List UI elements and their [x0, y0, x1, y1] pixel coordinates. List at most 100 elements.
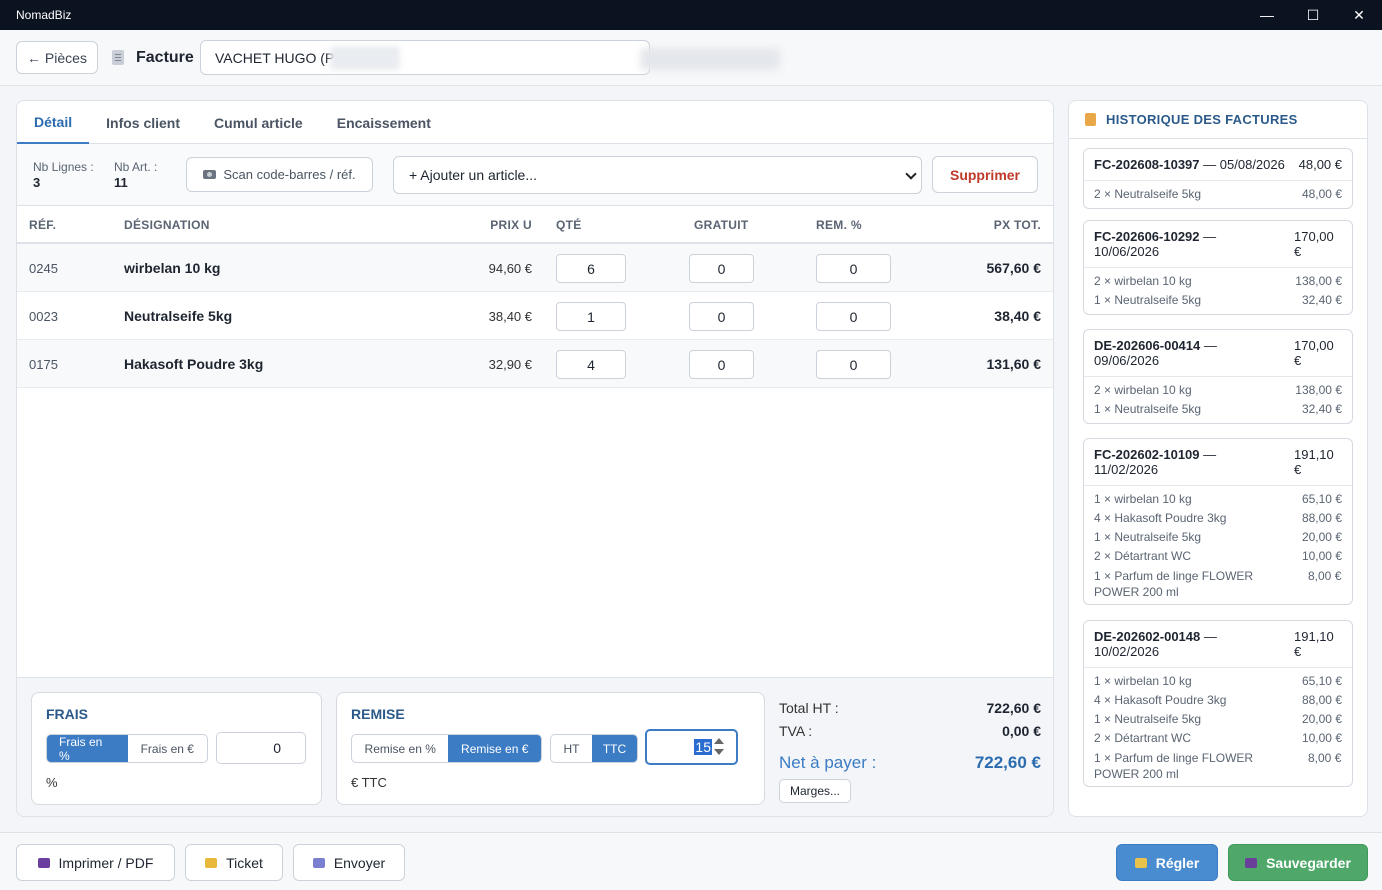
- fees-unit: %: [46, 775, 58, 790]
- client-selector[interactable]: VACHET HUGO (PE: [200, 40, 650, 75]
- add-article-select[interactable]: + Ajouter un article...: [393, 156, 922, 194]
- row-unit-price: 38,40 €: [488, 309, 532, 324]
- maximize-button[interactable]: ☐: [1290, 0, 1336, 30]
- fees-percent-option[interactable]: Frais en %: [47, 735, 128, 762]
- fees-euro-option[interactable]: Frais en €: [128, 735, 208, 762]
- history-invoice-card[interactable]: FC-202608-10397 — 05/08/2026 48,00 € 2 ×…: [1083, 148, 1353, 209]
- free-quantity-input[interactable]: 0: [689, 302, 754, 331]
- discount-input[interactable]: 0: [816, 254, 891, 283]
- fees-mode-toggle: Frais en % Frais en €: [46, 734, 208, 763]
- line-text: 1 × Parfum de linge FLOWER POWER 200 ml: [1094, 751, 1254, 781]
- barcode-scan-button[interactable]: Scan code-barres / réf.: [186, 157, 373, 192]
- save-button[interactable]: Sauvegarder: [1228, 844, 1368, 881]
- fees-input[interactable]: 0: [216, 732, 306, 764]
- invoice-line: 1 × Parfum de linge FLOWER POWER 200 ml 8…: [1094, 566, 1342, 600]
- tab-payment[interactable]: Encaissement: [320, 101, 448, 144]
- invoice-date-sep: —: [1200, 629, 1217, 644]
- send-button[interactable]: Envoyer: [293, 844, 405, 881]
- ticket-button[interactable]: Ticket: [185, 844, 283, 881]
- history-invoice-card[interactable]: DE-202602-00148 — 10/02/2026 191,10 € 1 …: [1083, 620, 1353, 787]
- invoice-date-sep: —: [1203, 157, 1220, 172]
- row-designation: wirbelan 10 kg: [124, 260, 221, 276]
- tab-detail[interactable]: Détail: [17, 101, 90, 144]
- printer-icon: [37, 857, 50, 868]
- client-value: VACHET HUGO (PE: [215, 49, 344, 66]
- invoice-number: DE-202602-00148: [1094, 629, 1201, 644]
- ttc-option[interactable]: TTC: [592, 735, 637, 762]
- document-header: ← Pièces Facture VACHET HUGO (PE: [0, 30, 1382, 86]
- print-pdf-button[interactable]: Imprimer / PDF: [16, 844, 175, 881]
- row-ref: 0245: [29, 261, 58, 276]
- row-ref: 0175: [29, 357, 58, 372]
- line-price: 8,00 €: [1308, 569, 1342, 583]
- invoice-date: 10/06/2026: [1094, 244, 1160, 259]
- save-label: Sauvegarder: [1266, 854, 1351, 871]
- delete-line-button[interactable]: Supprimer: [932, 156, 1038, 193]
- invoice-date-sep: —: [1200, 338, 1217, 353]
- tab-client-info[interactable]: Infos client: [89, 101, 197, 144]
- tva-label: TVA :: [779, 723, 813, 739]
- row-designation: Neutralseife 5kg: [124, 308, 233, 324]
- send-icon: [312, 857, 325, 868]
- spin-up-icon[interactable]: [714, 738, 724, 744]
- back-to-documents-button[interactable]: ← Pièces: [16, 41, 98, 74]
- history-invoice-card[interactable]: FC-202602-10109 — 11/02/2026 191,10 € 1 …: [1083, 438, 1353, 605]
- discount-unit: € TTC: [351, 775, 387, 790]
- fees-title: FRAIS: [46, 706, 88, 722]
- invoice-number: FC-202606-10292: [1094, 229, 1200, 244]
- invoice-date: 10/02/2026: [1094, 644, 1160, 659]
- tab-article-total[interactable]: Cumul article: [197, 101, 320, 144]
- invoice-header: DE-202606-00414 — 09/06/2026 170,00 €: [1084, 330, 1352, 377]
- table-row[interactable]: 0245 wirbelan 10 kg 94,60 € 6 0 0 567,60…: [17, 244, 1053, 292]
- col-free: GRATUIT: [694, 218, 749, 232]
- row-unit-price: 32,90 €: [488, 357, 532, 372]
- minimize-button[interactable]: —: [1244, 0, 1290, 30]
- discount-input[interactable]: 0: [816, 350, 891, 379]
- pay-button[interactable]: Régler: [1116, 844, 1218, 881]
- table-header: RÉF. DÉSIGNATION PRIX U QTÉ GRATUIT REM.…: [17, 206, 1053, 244]
- line-price: 8,00 €: [1308, 751, 1342, 765]
- free-quantity-input[interactable]: 0: [689, 254, 754, 283]
- line-text: 1 × Neutralseife 5kg: [1094, 402, 1202, 416]
- line-count: Nb Lignes : 3: [33, 160, 94, 190]
- line-text: 1 × Neutralseife 5kg: [1094, 712, 1202, 726]
- action-footer: Imprimer / PDF Ticket Envoyer Régler Sau…: [0, 832, 1382, 890]
- discount-amount-input[interactable]: 15: [645, 729, 738, 765]
- table-row[interactable]: 0175 Hakasoft Poudre 3kg 32,90 € 4 0 0 1…: [17, 340, 1053, 388]
- add-article-label: + Ajouter un article...: [409, 167, 538, 183]
- history-invoice-card[interactable]: FC-202606-10292 — 10/06/2026 170,00 € 2 …: [1083, 220, 1353, 315]
- close-button[interactable]: ✕: [1336, 0, 1382, 30]
- free-quantity-input[interactable]: 0: [689, 350, 754, 379]
- invoice-amount: 170,00 €: [1294, 229, 1334, 259]
- quantity-input[interactable]: 4: [556, 350, 626, 379]
- invoice-line: 2 × wirbelan 10 kg 138,00 €: [1094, 381, 1342, 400]
- col-unit-price: PRIX U: [490, 218, 532, 232]
- net-to-pay-value: 722,60 €: [974, 753, 1041, 772]
- history-invoice-card[interactable]: DE-202606-00414 — 09/06/2026 170,00 € 2 …: [1083, 329, 1353, 424]
- lines-toolbar: Nb Lignes : 3 Nb Art. : 11 Scan code-bar…: [17, 144, 1053, 206]
- invoice-number: DE-202606-00414: [1094, 338, 1201, 353]
- scan-label: Scan code-barres / réf.: [223, 167, 356, 182]
- margins-button[interactable]: Marges...: [779, 779, 851, 803]
- discount-input[interactable]: 0: [816, 302, 891, 331]
- quantity-input[interactable]: 1: [556, 302, 626, 331]
- invoice-line: 2 × Détartrant WC 10,00 €: [1094, 547, 1342, 566]
- line-text: 2 × Détartrant WC: [1094, 731, 1192, 745]
- discount-euro-option[interactable]: Remise en €: [448, 735, 541, 762]
- spin-down-icon[interactable]: [714, 749, 724, 755]
- line-text: 1 × wirbelan 10 kg: [1094, 492, 1192, 506]
- article-count-value: 11: [114, 175, 128, 190]
- ht-option[interactable]: HT: [551, 735, 592, 762]
- article-count-label: Nb Art. :: [114, 160, 158, 174]
- invoice-number: FC-202608-10397: [1094, 157, 1200, 172]
- table-row[interactable]: 0023 Neutralseife 5kg 38,40 € 1 0 0 38,4…: [17, 292, 1053, 340]
- history-title: HISTORIQUE DES FACTURES: [1106, 112, 1298, 127]
- line-text: 2 × Neutralseife 5kg: [1094, 187, 1202, 201]
- line-count-value: 3: [33, 175, 41, 190]
- invoice-line: 1 × Neutralseife 5kg 20,00 €: [1094, 710, 1342, 729]
- discount-percent-option[interactable]: Remise en %: [352, 735, 448, 762]
- quantity-input[interactable]: 6: [556, 254, 626, 283]
- line-text: 4 × Hakasoft Poudre 3kg: [1094, 511, 1227, 525]
- document-icon: [112, 50, 124, 65]
- ticket-icon: [205, 857, 218, 868]
